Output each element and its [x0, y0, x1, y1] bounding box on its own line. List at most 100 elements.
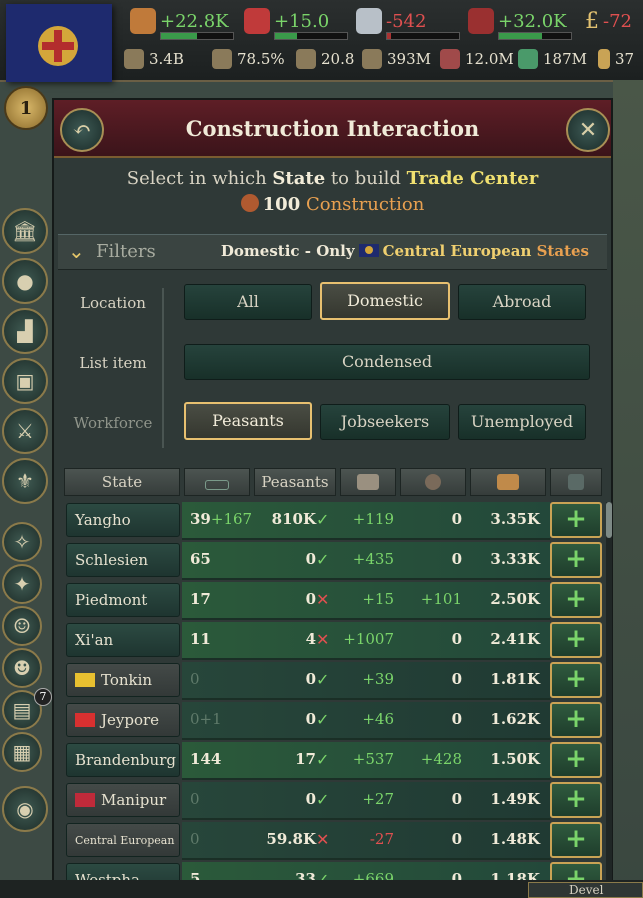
stat-heart[interactable]: +15.0	[244, 4, 348, 40]
state-name-button[interactable]: Tonkin	[66, 663, 180, 697]
add-construction-button[interactable]: +	[550, 862, 602, 880]
mask-icon: ☺	[13, 614, 31, 638]
list-item-condensed-button[interactable]: Condensed	[184, 344, 590, 380]
stat-sol[interactable]: 20.8	[296, 46, 354, 72]
state-name-button[interactable]: Yangho	[66, 503, 180, 537]
resource-value: 0	[451, 710, 462, 728]
table-row[interactable]: Xi'an 11 4 ✕ +1007 0 2.41K +	[64, 622, 602, 660]
add-construction-button[interactable]: +	[550, 502, 602, 538]
trade-score: 2.50K	[490, 590, 540, 608]
add-construction-button[interactable]: +	[550, 542, 602, 578]
table-row[interactable]: Tonkin 0 0 ✓ +39 0 1.81K +	[64, 662, 602, 700]
construction-panel: ↶ Construction Interaction ✕ Select in w…	[52, 98, 613, 898]
column-peasants[interactable]: Peasants	[254, 468, 336, 496]
location-abroad-button[interactable]: Abroad	[458, 284, 586, 320]
table-row[interactable]: Piedmont 17 0 ✕ +15 +101 2.50K +	[64, 582, 602, 620]
state-flag-icon	[75, 673, 95, 687]
market-button[interactable]: ▣	[2, 358, 48, 404]
politics-button[interactable]: ☻	[2, 648, 42, 688]
scrollbar-thumb[interactable]	[606, 502, 612, 538]
government-button[interactable]: 🏛	[2, 208, 48, 254]
diplomatic-button[interactable]: ✧	[2, 522, 42, 562]
stat-bar	[274, 32, 348, 40]
column-trade[interactable]	[470, 468, 546, 496]
edit-icon	[568, 474, 584, 490]
country-flag[interactable]	[6, 4, 112, 82]
world-button[interactable]: ◉	[2, 786, 48, 832]
resource-value: +101	[420, 590, 462, 608]
state-list-scrollbar[interactable]	[606, 502, 612, 882]
pound-icon: £	[585, 8, 599, 34]
table-row[interactable]: Manipur 0 0 ✓ +27 0 1.49K +	[64, 782, 602, 820]
add-construction-button[interactable]: +	[550, 582, 602, 618]
column-resource[interactable]	[400, 468, 466, 496]
add-construction-button[interactable]: +	[550, 622, 602, 658]
column-slots[interactable]	[184, 468, 250, 496]
stat-influence[interactable]: 37	[598, 46, 634, 72]
stat-population[interactable]: 393M	[362, 46, 431, 72]
map-view[interactable]	[613, 80, 643, 898]
infrastructure-delta: +27	[362, 790, 394, 808]
culture-button[interactable]: ☺	[2, 606, 42, 646]
close-button[interactable]: ✕	[566, 108, 610, 152]
military-button[interactable]: ⚔	[2, 408, 48, 454]
ledger-button[interactable]: ▦	[2, 732, 42, 772]
column-infrastructure[interactable]	[340, 468, 396, 496]
state-name-button[interactable]: Manipur	[66, 783, 180, 817]
table-row[interactable]: Yangho 39+167 810K ✓ +119 0 3.35K +	[64, 502, 602, 540]
rank-medal[interactable]: 1	[4, 86, 48, 130]
workforce-unemployed-button[interactable]: Unemployed	[458, 404, 586, 440]
state-name-button[interactable]: Piedmont	[66, 583, 180, 617]
state-name-button[interactable]: Brandenburg	[66, 743, 180, 777]
state-name-button[interactable]: Xi'an	[66, 623, 180, 657]
buildings-button[interactable]: ▟	[2, 308, 48, 354]
development-tab[interactable]: Devel	[528, 882, 643, 898]
state-name-button[interactable]: Central European ...	[66, 823, 180, 857]
resource-value: 0	[451, 870, 462, 880]
heart-icon	[244, 8, 270, 34]
location-domestic-button[interactable]: Domestic	[320, 282, 450, 320]
budget-button[interactable]: ●	[2, 258, 48, 304]
trade-score: 1.18K	[490, 870, 540, 880]
stat-workforce[interactable]: 12.0M	[440, 46, 514, 72]
location-all-button[interactable]: All	[184, 284, 312, 320]
table-row[interactable]: Brandenburg 144 17 ✓ +537 +428 1.50K +	[64, 742, 602, 780]
stat-gdp[interactable]: 3.4B	[124, 46, 184, 72]
flag-emblem-icon	[38, 26, 78, 66]
stat-loyalists[interactable]: 187M	[518, 46, 587, 72]
workforce-peasants-button[interactable]: Peasants	[184, 402, 312, 440]
filters-header[interactable]: ⌄ Filters Domestic - Only Central Europea…	[58, 234, 607, 270]
add-construction-button[interactable]: +	[550, 742, 602, 778]
briefcase-icon: ▦	[12, 740, 32, 764]
add-construction-button[interactable]: +	[550, 702, 602, 738]
table-row[interactable]: Schlesien 65 0 ✓ +435 0 3.33K +	[64, 542, 602, 580]
plus-icon: +	[565, 824, 587, 854]
building-slots-value: 65	[190, 550, 211, 568]
add-construction-button[interactable]: +	[550, 782, 602, 818]
column-state[interactable]: State	[64, 468, 180, 496]
state-name-button[interactable]: Jeypore	[66, 703, 180, 737]
stat-money[interactable]: £ -72	[585, 4, 632, 38]
diplomacy-button[interactable]: ⚜	[2, 458, 48, 504]
stat-ship[interactable]: +32.0K	[468, 4, 572, 40]
workforce-jobseekers-button[interactable]: Jobseekers	[320, 404, 450, 440]
table-row[interactable]: Central European ... 0 59.8K ✕ -27 0 1.48K +	[64, 822, 602, 860]
journal-button[interactable]: ▤ 7	[2, 688, 52, 730]
stat-dove[interactable]: -542	[356, 4, 460, 40]
table-row[interactable]: Westpha... 5 33 ✓ +669 0 1.18K +	[64, 862, 602, 880]
building-slots-icon	[205, 480, 229, 490]
stat-literacy[interactable]: 78.5%	[212, 46, 285, 72]
stat-wheat[interactable]: +22.8K	[130, 4, 234, 40]
infrastructure-delta: +46	[362, 710, 394, 728]
resource-value: 0	[451, 670, 462, 688]
building-slots-value: 17	[190, 590, 211, 608]
add-construction-button[interactable]: +	[550, 822, 602, 858]
state-name-button[interactable]: Westpha...	[66, 863, 180, 880]
tech-button[interactable]: ✦	[2, 564, 42, 604]
table-row[interactable]: Jeypore 0+1 0 ✓ +46 0 1.62K +	[64, 702, 602, 740]
add-construction-button[interactable]: +	[550, 662, 602, 698]
column-action[interactable]	[550, 468, 602, 496]
resource-value: 0	[451, 550, 462, 568]
state-list: Yangho 39+167 810K ✓ +119 0 3.35K + Schlesien 65 0…	[64, 502, 602, 880]
state-name-button[interactable]: Schlesien	[66, 543, 180, 577]
